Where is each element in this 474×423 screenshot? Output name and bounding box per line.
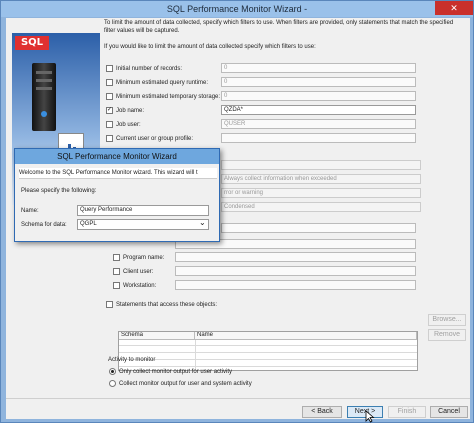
name-label: Name:: [21, 208, 39, 214]
table-row[interactable]: [119, 354, 417, 360]
filter-label: Workstation:: [123, 283, 157, 289]
dialog-prompt: Please specify the following:: [21, 188, 97, 194]
activity-system-radio[interactable]: [109, 380, 116, 387]
filter-label: Client user:: [123, 269, 154, 275]
table-row[interactable]: [119, 361, 417, 367]
filter-label: Minimum estimated temporary storage:: [116, 94, 221, 100]
filter-workstation-field[interactable]: [175, 280, 416, 290]
filter-user-profile-checkbox[interactable]: [106, 135, 113, 142]
filter-query-runtime-checkbox[interactable]: [106, 79, 113, 86]
mouse-cursor-icon: [365, 410, 375, 423]
server-icon: [32, 63, 56, 131]
table-row[interactable]: [119, 347, 417, 353]
activity-user-radio[interactable]: [109, 368, 116, 375]
schema-label: Schema for data:: [21, 222, 67, 228]
dialog-title: SQL Performance Monitor Wizard: [15, 149, 219, 164]
browse-button[interactable]: Browse...: [428, 314, 466, 326]
filter-dropdown[interactable]: [221, 160, 421, 170]
filter-label: Job name:: [116, 108, 145, 114]
sql-logo: SQL: [15, 36, 49, 50]
filter-program-name-field[interactable]: [175, 252, 416, 262]
filter-temp-storage-checkbox[interactable]: [106, 93, 113, 100]
schema-value: QGPL: [80, 221, 97, 227]
cancel-button[interactable]: Cancel: [430, 406, 468, 418]
filter-initial-records-field[interactable]: 0: [221, 63, 416, 73]
finish-button[interactable]: Finish: [388, 406, 426, 418]
filter-job-name-field[interactable]: QZDA*: [221, 105, 416, 115]
filter-job-user-checkbox[interactable]: [106, 121, 113, 128]
dialog-welcome-text: Welcome to the SQL Performance Monitor w…: [19, 168, 217, 179]
objects-label: Statements that access these objects:: [116, 302, 218, 308]
filter-label: Program name:: [123, 255, 165, 261]
table-row[interactable]: [119, 340, 417, 346]
filter-initial-records-checkbox[interactable]: [106, 65, 113, 72]
objects-checkbox[interactable]: [106, 301, 113, 308]
filter-label: Minimum estimated query runtime:: [116, 80, 209, 86]
filter-query-runtime-field[interactable]: 0: [221, 77, 416, 87]
wizard-dialog: SQL Performance Monitor Wizard Welcome t…: [14, 148, 220, 242]
hidden-filter-field[interactable]: [221, 223, 416, 233]
footer-divider: [6, 398, 470, 399]
detail-dropdown[interactable]: Condensed: [221, 202, 421, 212]
back-button[interactable]: < Back: [302, 406, 342, 418]
filter-label: Initial number of records:: [116, 66, 183, 72]
filter-workstation-checkbox[interactable]: [113, 282, 120, 289]
error-dropdown[interactable]: rror or warning: [221, 188, 421, 198]
filter-label: Job user:: [116, 122, 141, 128]
column-header-name[interactable]: Name: [195, 332, 417, 340]
filter-label: Current user or group profile:: [116, 136, 194, 142]
column-header-schema[interactable]: Schema: [119, 332, 195, 340]
filter-user-profile-field[interactable]: [221, 133, 416, 143]
filter-temp-storage-field[interactable]: 0: [221, 91, 416, 101]
intro-text: To limit the amount of data collected, s…: [104, 20, 454, 34]
chevron-down-icon[interactable]: ⌄: [199, 218, 206, 227]
threshold-dropdown[interactable]: Always collect information when exceeded: [221, 174, 421, 184]
activity-option-label: Collect monitor output for user and syst…: [119, 381, 252, 387]
objects-table[interactable]: Schema Name: [118, 331, 418, 371]
filter-question: If you would like to limit the amount of…: [104, 44, 316, 50]
remove-button[interactable]: Remove: [428, 329, 466, 341]
activity-option-label: Only collect monitor output for user act…: [119, 369, 233, 375]
activity-title: Activity to monitor: [108, 357, 156, 363]
schema-dropdown[interactable]: QGPL: [77, 219, 209, 230]
filter-job-user-field[interactable]: QUSER: [221, 119, 416, 129]
close-icon[interactable]: ✕: [435, 1, 473, 15]
filter-job-name-checkbox[interactable]: ✓: [106, 107, 113, 114]
filter-program-name-checkbox[interactable]: [113, 254, 120, 261]
filter-client-user-checkbox[interactable]: [113, 268, 120, 275]
name-field[interactable]: Query Performance: [77, 205, 209, 216]
window-title: SQL Performance Monitor Wizard -: [1, 1, 473, 17]
filter-client-user-field[interactable]: [175, 266, 416, 276]
